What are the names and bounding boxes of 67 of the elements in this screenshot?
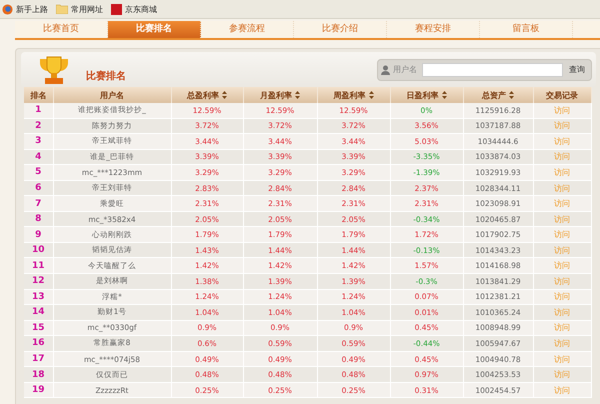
sort-icon[interactable]	[368, 91, 374, 99]
rank-cell: 15	[24, 320, 53, 336]
rank-cell: 6	[24, 180, 53, 196]
visit-link[interactable]: 访问	[554, 246, 570, 255]
rank-cell: 14	[24, 304, 53, 320]
rank-cell: 10	[24, 242, 53, 258]
visit-link[interactable]: 访问	[554, 106, 570, 115]
sort-icon[interactable]	[442, 91, 446, 99]
visit-link[interactable]: 访问	[554, 199, 570, 208]
bookmark-link[interactable]: 常用网址	[71, 4, 103, 14]
nav-tab[interactable]: 比赛排名	[108, 21, 201, 38]
rank-cell: 19	[24, 382, 53, 398]
column-header[interactable]: 日盈利率	[390, 87, 463, 103]
visit-link[interactable]: 访问	[554, 276, 570, 286]
visit-link[interactable]: 访问	[554, 308, 570, 317]
nav-tab[interactable]: 赛程安排	[387, 21, 480, 38]
visit-link[interactable]: 访问	[554, 121, 570, 130]
column-header[interactable]: 排名	[24, 87, 53, 103]
visit-link[interactable]: 访问	[554, 261, 570, 270]
rank-cell: 5	[24, 164, 53, 180]
sort-icon[interactable]	[295, 91, 300, 99]
panel-title: 比赛排名	[86, 69, 126, 82]
shop-icon	[111, 4, 122, 14]
visit-link[interactable]: 访问	[554, 136, 570, 146]
visit-link[interactable]: 访问	[554, 338, 570, 348]
column-header[interactable]: 交易记录	[533, 87, 591, 103]
visit-link[interactable]: 访问	[554, 214, 570, 224]
column-header[interactable]: 用户名	[53, 87, 171, 103]
column-header[interactable]: 周盈利率	[317, 87, 390, 103]
nav-tab[interactable]: 留言板	[480, 21, 573, 38]
visit-link[interactable]: 访问	[554, 184, 570, 192]
username-field[interactable]	[422, 62, 563, 76]
visit-link[interactable]: 访问	[554, 354, 570, 364]
rank-cell: 17	[24, 351, 53, 367]
sort-icon[interactable]	[509, 91, 514, 99]
visit-link[interactable]: 访问	[554, 168, 570, 177]
rank-cell: 7	[24, 196, 53, 212]
rank-cell: 4	[24, 149, 53, 165]
column-header[interactable]: 总盈利率	[171, 87, 243, 103]
visit-link[interactable]: 访问	[554, 152, 570, 162]
rank-cell: 13	[24, 289, 53, 305]
visit-link[interactable]: 访问	[554, 323, 570, 332]
rank-cell: 12	[24, 274, 53, 290]
visit-link[interactable]: 访问	[554, 230, 570, 240]
rank-cell: 8	[24, 211, 53, 227]
search-label: 用户名	[393, 64, 417, 75]
folder-icon	[56, 4, 68, 14]
bookmark-link[interactable]: 新手上路	[16, 4, 48, 14]
sort-icon[interactable]	[222, 91, 227, 99]
column-header[interactable]: 总资产	[463, 87, 533, 103]
rank-cell: 16	[24, 336, 53, 352]
browser-icon	[2, 4, 13, 14]
rank-cell: 9	[24, 226, 53, 242]
nav-tab[interactable]: 比赛介绍	[294, 21, 387, 38]
rank-cell: 3	[24, 134, 53, 150]
bookmark-link[interactable]: 京东商城	[125, 4, 157, 14]
visit-link[interactable]: 访问	[554, 370, 570, 380]
rank-cell: 1	[24, 103, 53, 118]
rank-cell: 11	[24, 258, 53, 274]
rank-cell: 2	[24, 118, 53, 134]
visit-link[interactable]: 访问	[554, 292, 570, 302]
column-header[interactable]: 月盈利率	[243, 87, 317, 103]
query-button[interactable]: 查询	[566, 64, 588, 75]
rank-cell: 18	[24, 366, 53, 382]
visit-link[interactable]: 访问	[554, 386, 570, 395]
user-icon	[381, 64, 390, 74]
nav-tab[interactable]: 参赛流程	[201, 21, 294, 38]
